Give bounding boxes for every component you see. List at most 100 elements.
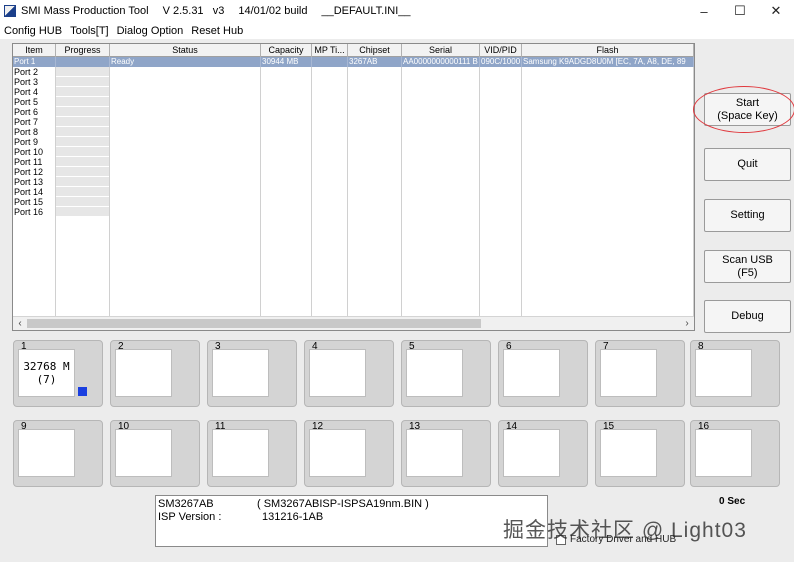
port-slot <box>503 429 560 477</box>
mptime-column <box>312 57 348 317</box>
menu-dialog-option[interactable]: Dialog Option <box>117 25 184 37</box>
isp-version-value: 131216-1AB <box>262 511 324 523</box>
port-box-12[interactable]: 12 <box>304 420 394 487</box>
port-slot <box>212 349 269 397</box>
progress-bar <box>56 137 109 147</box>
progress-bar <box>56 207 109 217</box>
setting-button[interactable]: Setting <box>704 199 791 232</box>
isp-version-label: ISP Version : <box>158 511 222 523</box>
port-box-14[interactable]: 14 <box>498 420 588 487</box>
progress-column <box>56 57 110 317</box>
grid-body: Port 1 Port 2 Port 3 Port 4 Port 5 Port … <box>13 57 694 317</box>
table-row[interactable]: Port 15 <box>13 197 55 207</box>
progress-bar <box>56 77 109 87</box>
col-header-chipset[interactable]: Chipset <box>348 44 402 57</box>
progress-bar <box>56 177 109 187</box>
port-box-16[interactable]: 16 <box>690 420 780 487</box>
port-capacity: 32768 M (7) <box>18 349 75 397</box>
port-box-11[interactable]: 11 <box>207 420 297 487</box>
status-column <box>110 57 261 317</box>
debug-button[interactable]: Debug <box>704 300 791 333</box>
table-row[interactable]: Port 16 <box>13 207 55 217</box>
scan-usb-label: Scan USB <box>722 253 773 266</box>
port-slot <box>503 349 560 397</box>
selected-row-progress <box>56 57 110 67</box>
port-slot <box>695 429 752 477</box>
menu-tools[interactable]: Tools[T] <box>70 25 109 37</box>
port-box-10[interactable]: 10 <box>110 420 200 487</box>
progress-bar <box>56 167 109 177</box>
menu-config-hub[interactable]: Config HUB <box>4 25 62 37</box>
port-capacity-size: 32768 M <box>23 360 70 373</box>
table-row[interactable]: Port 4 <box>13 87 55 97</box>
port-box-5[interactable]: 5 <box>401 340 491 407</box>
maximize-button[interactable]: ☐ <box>722 0 758 22</box>
table-row[interactable]: Port 14 <box>13 187 55 197</box>
port-box-9[interactable]: 9 <box>13 420 103 487</box>
table-row[interactable]: Port 6 <box>13 107 55 117</box>
table-row[interactable]: Port 11 <box>13 157 55 167</box>
progress-bar <box>56 187 109 197</box>
build-label: 14/01/02 build <box>238 5 308 17</box>
table-row[interactable]: Port 8 <box>13 127 55 137</box>
scan-usb-button[interactable]: Scan USB (F5) <box>704 250 791 283</box>
col-header-status[interactable]: Status <box>110 44 261 57</box>
col-header-serial[interactable]: Serial <box>402 44 480 57</box>
minimize-button[interactable]: – <box>686 0 722 22</box>
port-slot <box>406 429 463 477</box>
vidpid-column <box>480 57 522 317</box>
table-row[interactable]: Port 10 <box>13 147 55 157</box>
port-capacity-count: (7) <box>36 373 57 386</box>
port-box-13[interactable]: 13 <box>401 420 491 487</box>
serial-column <box>402 57 480 317</box>
table-row[interactable]: Port 13 <box>13 177 55 187</box>
selected-row[interactable]: Port 1 Ready 30944 MB 3267AB AA000000000… <box>13 57 694 67</box>
close-button[interactable]: ✕ <box>758 0 794 22</box>
port-box-3[interactable]: 3 <box>207 340 297 407</box>
quit-button[interactable]: Quit <box>704 148 791 181</box>
table-row[interactable]: Port 5 <box>13 97 55 107</box>
table-row[interactable]: Port 9 <box>13 137 55 147</box>
grid-header: Item Progress Status Capacity MP Ti... C… <box>13 44 694 57</box>
progress-bar <box>56 147 109 157</box>
scroll-thumb[interactable] <box>27 319 481 328</box>
col-header-progress[interactable]: Progress <box>56 44 110 57</box>
chipset-column <box>348 57 402 317</box>
version-label: V 2.5.31 v3 <box>162 5 225 17</box>
port-box-6[interactable]: 6 <box>498 340 588 407</box>
progress-bar <box>56 117 109 127</box>
horizontal-scrollbar[interactable]: ‹ › <box>13 316 694 330</box>
col-header-capacity[interactable]: Capacity <box>261 44 312 57</box>
table-row[interactable]: Port 7 <box>13 117 55 127</box>
port-slot <box>115 429 172 477</box>
progress-bar <box>56 107 109 117</box>
table-row[interactable]: Port 12 <box>13 167 55 177</box>
table-row[interactable]: Port 2 <box>13 67 55 77</box>
progress-bar <box>56 67 109 77</box>
progress-bar <box>56 127 109 137</box>
annotation-circle <box>693 86 794 133</box>
col-header-flash[interactable]: Flash <box>522 44 694 57</box>
port-slot <box>600 429 657 477</box>
port-box-4[interactable]: 4 <box>304 340 394 407</box>
scroll-left-icon[interactable]: ‹ <box>13 317 27 331</box>
item-column: Port 1 Port 2 Port 3 Port 4 Port 5 Port … <box>13 57 56 317</box>
col-header-mptime[interactable]: MP Ti... <box>312 44 348 57</box>
port-grid: Item Progress Status Capacity MP Ti... C… <box>12 43 695 331</box>
col-header-vidpid[interactable]: VID/PID <box>480 44 522 57</box>
port-box-7[interactable]: 7 <box>595 340 685 407</box>
elapsed-time: 0 Sec <box>719 496 746 507</box>
table-row[interactable]: Port 3 <box>13 77 55 87</box>
menu-reset-hub[interactable]: Reset Hub <box>191 25 243 37</box>
selected-row-capacity: 30944 MB <box>261 57 312 67</box>
port-box-8[interactable]: 8 <box>690 340 780 407</box>
port-box-1[interactable]: 1 32768 M (7) <box>13 340 103 407</box>
progress-bar <box>56 157 109 167</box>
col-header-item[interactable]: Item <box>13 44 56 57</box>
selected-row-port: Port 1 <box>13 57 56 67</box>
capacity-column <box>261 57 312 317</box>
port-box-15[interactable]: 15 <box>595 420 685 487</box>
port-box-2[interactable]: 2 <box>110 340 200 407</box>
scroll-right-icon[interactable]: › <box>680 317 694 331</box>
selected-row-chipset: 3267AB <box>348 57 402 67</box>
